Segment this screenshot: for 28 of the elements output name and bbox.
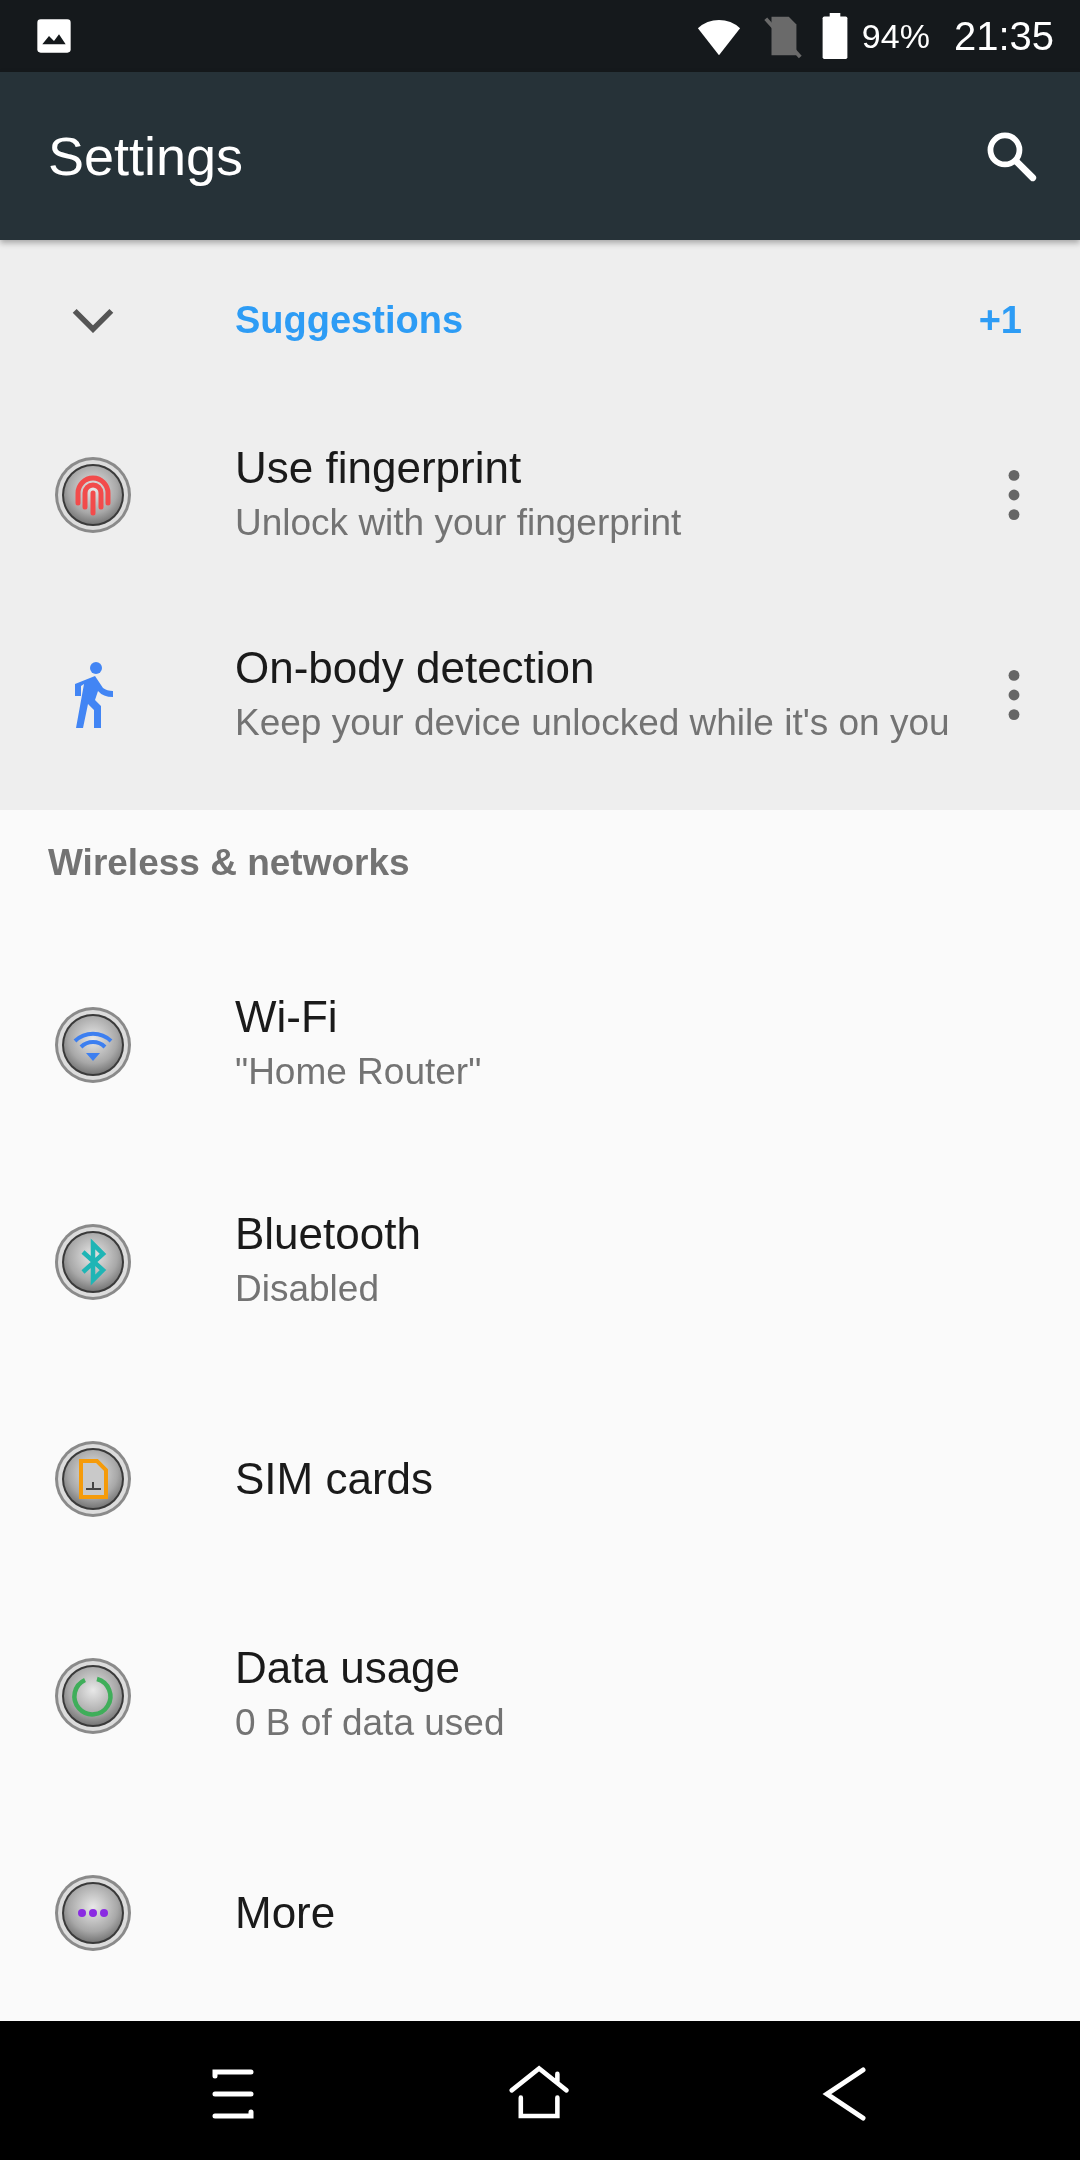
overflow-menu-icon[interactable] <box>1008 670 1020 720</box>
data-usage-icon <box>52 1655 133 1736</box>
app-title: Settings <box>48 125 244 187</box>
clock-time: 21:35 <box>953 13 1054 59</box>
fingerprint-icon <box>52 455 133 535</box>
more-icon <box>52 1872 133 1953</box>
setting-title[interactable]: More <box>235 1887 1080 1938</box>
battery-icon <box>821 13 848 59</box>
suggestion-summary: Keep your device unlocked while it's on you <box>235 700 951 745</box>
setting-title[interactable]: Data usage <box>235 1643 1080 1694</box>
suggestion-summary: Unlock with your fingerprint <box>235 500 683 545</box>
overflow-menu-icon[interactable] <box>1008 470 1020 520</box>
setting-title[interactable]: SIM cards <box>235 1453 1080 1504</box>
setting-summary: Disabled <box>235 1267 380 1312</box>
image-notification-icon <box>34 16 74 56</box>
sim-card-icon <box>52 1438 133 1519</box>
setting-title[interactable]: Bluetooth <box>235 1209 1080 1260</box>
chevron-icon[interactable] <box>70 307 115 333</box>
battery-percentage: 94% <box>861 16 930 56</box>
suggestion-title[interactable]: Use fingerprint <box>235 442 988 493</box>
suggestions-count: +1 <box>978 298 1022 342</box>
wifi-icon <box>52 1004 133 1085</box>
suggestion-title[interactable]: On-body detection <box>235 642 988 693</box>
bluetooth-icon <box>52 1221 133 1302</box>
setting-title[interactable]: Wi-Fi <box>235 992 1080 1043</box>
setting-summary: "Home Router" <box>235 1050 483 1095</box>
setting-summary: 0 B of data used <box>235 1701 506 1746</box>
section-header: Wireless & networks <box>48 842 410 884</box>
